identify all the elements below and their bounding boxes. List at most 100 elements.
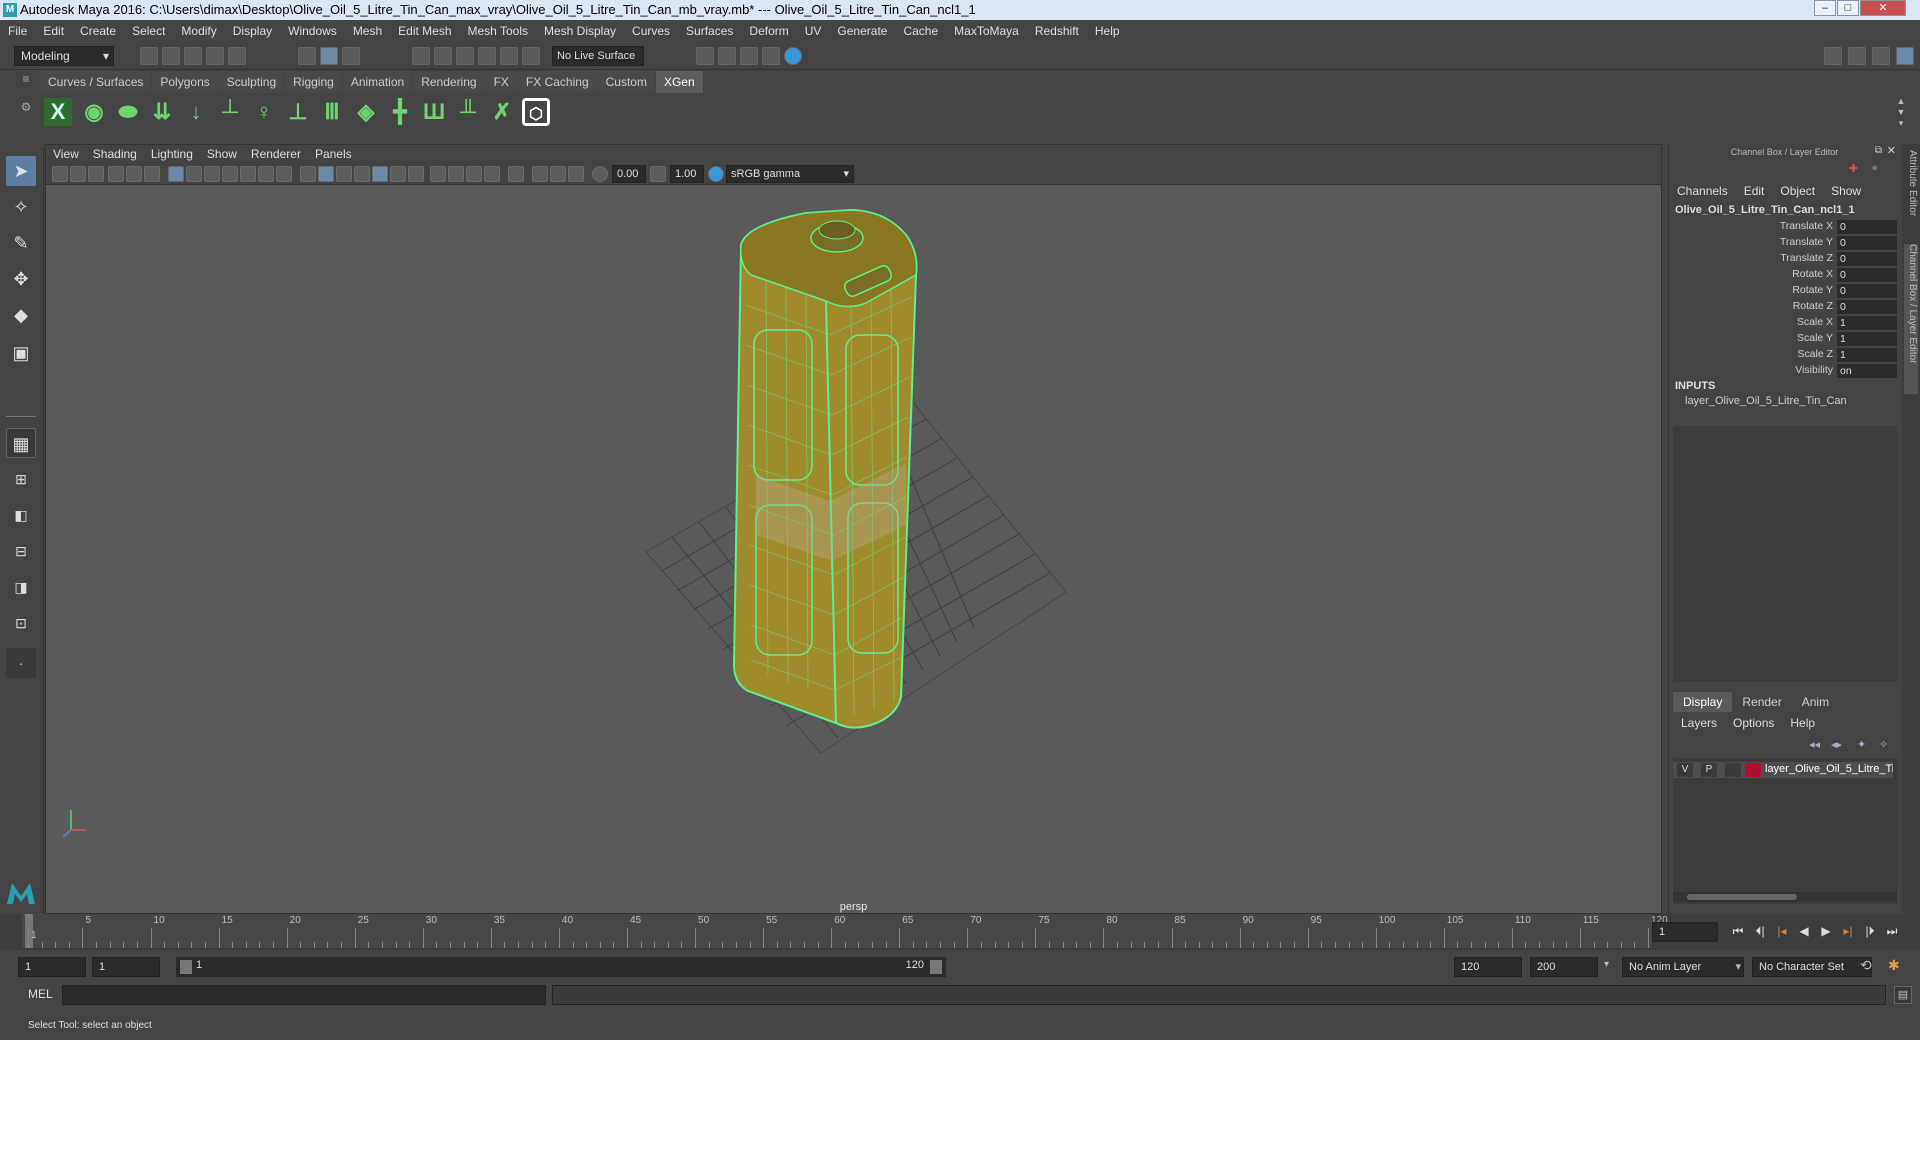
motion-blur-icon[interactable] bbox=[448, 166, 464, 182]
xgen-add-guide-icon[interactable]: ↓ bbox=[182, 98, 210, 126]
attr-row[interactable]: Scale X 1 bbox=[1669, 316, 1901, 332]
move-layer-down-icon[interactable]: ◂▸ bbox=[1831, 738, 1842, 751]
mode-selector[interactable]: Modeling ▾ bbox=[14, 46, 114, 66]
time-slider[interactable]: 1 5 10 15 20 25 30 35 40 45 50 55 60 65 70 75 80 85 90 95 10… bbox=[0, 914, 1920, 950]
safe-action-icon[interactable] bbox=[258, 166, 274, 182]
gate-mask-icon[interactable] bbox=[222, 166, 238, 182]
tab-channel-box[interactable]: Channel Box / Layer Editor bbox=[1904, 244, 1918, 394]
snap-grid-icon[interactable] bbox=[412, 47, 430, 65]
command-input[interactable] bbox=[62, 985, 546, 1005]
range-end-handle[interactable] bbox=[930, 960, 942, 974]
character-set-dropdown[interactable]: No Character Set bbox=[1752, 957, 1872, 977]
select-tool-icon[interactable]: ➤ bbox=[6, 156, 36, 186]
layer-type-toggle[interactable] bbox=[1725, 763, 1741, 777]
step-back-frame-icon[interactable]: |◂ bbox=[1774, 924, 1790, 938]
animation-start-field[interactable]: 1 bbox=[18, 957, 86, 977]
shelf-tab-fx[interactable]: FX bbox=[485, 71, 517, 93]
safe-title-icon[interactable] bbox=[276, 166, 292, 182]
xgen-noise-icon[interactable]: ✗ bbox=[488, 98, 516, 126]
wireframe-icon[interactable] bbox=[300, 166, 316, 182]
attr-value[interactable]: on bbox=[1837, 364, 1897, 378]
vp-menu-panels[interactable]: Panels bbox=[308, 145, 359, 163]
smooth-shade-icon[interactable] bbox=[318, 166, 334, 182]
playback-start-field[interactable]: 1 bbox=[92, 957, 160, 977]
shelf-tab-curves-surfaces[interactable]: Curves / Surfaces bbox=[40, 71, 152, 93]
attr-row[interactable]: Rotate Z 0 bbox=[1669, 300, 1901, 316]
menu-modify[interactable]: Modify bbox=[173, 20, 224, 42]
xgen-layers-icon[interactable]: ◈ bbox=[352, 98, 380, 126]
vp-menu-view[interactable]: View bbox=[46, 145, 86, 163]
xgen-place-guides-icon[interactable]: ⇊ bbox=[148, 98, 176, 126]
xgen-rotate-guide-icon[interactable]: ♀ bbox=[250, 98, 278, 126]
menu-file[interactable]: File bbox=[0, 20, 35, 42]
snap-point-icon[interactable] bbox=[456, 47, 474, 65]
render-view-icon[interactable] bbox=[696, 47, 714, 65]
color-management-icon[interactable] bbox=[708, 166, 724, 182]
attr-row[interactable]: Rotate Y 0 bbox=[1669, 284, 1901, 300]
shelf-tab-rigging[interactable]: Rigging bbox=[285, 71, 342, 93]
bookmark-icon[interactable] bbox=[88, 166, 104, 182]
layer-horizontal-scrollbar[interactable] bbox=[1673, 892, 1897, 902]
exposure-field[interactable]: 0.00 bbox=[612, 165, 646, 183]
new-layer-icon[interactable]: ✦ bbox=[1857, 738, 1866, 751]
menu-windows[interactable]: Windows bbox=[280, 20, 345, 42]
attr-value[interactable]: 0 bbox=[1837, 220, 1897, 234]
cb-menu-show[interactable]: Show bbox=[1823, 184, 1869, 198]
maximize-button[interactable]: □ bbox=[1837, 0, 1859, 16]
tab-anim[interactable]: Anim bbox=[1792, 692, 1839, 712]
shelf-tab-fx-caching[interactable]: FX Caching bbox=[517, 71, 597, 93]
animation-end-field[interactable]: 200 bbox=[1530, 957, 1598, 977]
xgen-create-description-icon[interactable]: ⬬ bbox=[114, 98, 142, 126]
tab-display[interactable]: Display bbox=[1673, 692, 1733, 712]
attr-row[interactable]: Scale Y 1 bbox=[1669, 332, 1901, 348]
attribute-editor-toggle-icon[interactable] bbox=[1848, 47, 1866, 65]
attr-row[interactable]: Visibility on bbox=[1669, 364, 1901, 380]
time-ruler[interactable]: 1 5 10 15 20 25 30 35 40 45 50 55 60 65 70 75 80 85 90 95 10… bbox=[22, 914, 1668, 948]
current-frame-field[interactable]: 1 bbox=[1652, 922, 1718, 942]
script-editor-icon[interactable]: ▤ bbox=[1894, 986, 1912, 1004]
camera-select-icon[interactable] bbox=[52, 166, 68, 182]
select-by-hierarchy-icon[interactable] bbox=[298, 47, 316, 65]
shelf-tab-sculpting[interactable]: Sculpting bbox=[218, 71, 285, 93]
two-d-pan-zoom-icon[interactable] bbox=[126, 166, 142, 182]
inputs-item[interactable]: layer_Olive_Oil_5_Litre_Tin_Can bbox=[1685, 395, 1847, 407]
snap-surface-icon[interactable] bbox=[500, 47, 518, 65]
xray-joints-icon[interactable] bbox=[568, 166, 584, 182]
menu-help[interactable]: Help bbox=[1087, 20, 1128, 42]
attr-row[interactable]: Translate X 0 bbox=[1669, 220, 1901, 236]
menu-edit-mesh[interactable]: Edit Mesh bbox=[390, 20, 459, 42]
close-panel-icon[interactable]: ✕ bbox=[1887, 144, 1896, 157]
select-by-component-icon[interactable] bbox=[342, 47, 360, 65]
shelf-tab-custom[interactable]: Custom bbox=[597, 71, 655, 93]
menu-cache[interactable]: Cache bbox=[895, 20, 946, 42]
attr-row[interactable]: Translate Z 0 bbox=[1669, 252, 1901, 268]
playback-end-field[interactable]: 120 bbox=[1454, 957, 1522, 977]
shadows-icon[interactable] bbox=[408, 166, 424, 182]
shelf-tab-animation[interactable]: Animation bbox=[342, 71, 413, 93]
channel-box-toggle-icon[interactable] bbox=[1896, 47, 1914, 65]
textured-icon[interactable] bbox=[372, 166, 388, 182]
attr-value[interactable]: 1 bbox=[1837, 316, 1897, 330]
color-space-dropdown[interactable]: sRGB gamma ▾ bbox=[726, 165, 854, 183]
menu-mesh-tools[interactable]: Mesh Tools bbox=[460, 20, 536, 42]
single-perspective-layout-icon[interactable]: ▦ bbox=[6, 428, 36, 458]
menu-display[interactable]: Display bbox=[225, 20, 280, 42]
persp-uv-layout-icon[interactable]: ⊡ bbox=[6, 608, 36, 638]
menu-surfaces[interactable]: Surfaces bbox=[678, 20, 741, 42]
persp-hypershade-layout-icon[interactable]: ◨ bbox=[6, 572, 36, 602]
layer-menu-options[interactable]: Options bbox=[1725, 716, 1782, 730]
wireframe-on-shaded-icon[interactable] bbox=[354, 166, 370, 182]
resolution-gate-icon[interactable] bbox=[204, 166, 220, 182]
play-forwards-icon[interactable]: ▶ bbox=[1818, 924, 1834, 938]
layer-color-swatch[interactable] bbox=[1745, 763, 1761, 777]
vp-menu-renderer[interactable]: Renderer bbox=[244, 145, 308, 163]
step-back-key-icon[interactable]: ⏴| bbox=[1752, 924, 1768, 938]
use-default-material-icon[interactable] bbox=[336, 166, 352, 182]
go-to-end-icon[interactable]: ⏭ bbox=[1884, 924, 1900, 938]
vp-menu-lighting[interactable]: Lighting bbox=[144, 145, 200, 163]
auto-key-icon[interactable]: ⟲ bbox=[1860, 957, 1872, 974]
tab-attribute-editor[interactable]: Attribute Editor bbox=[1904, 150, 1918, 230]
cb-menu-object[interactable]: Object bbox=[1772, 184, 1823, 198]
layer-visibility-toggle[interactable]: V bbox=[1677, 763, 1693, 777]
xgen-lock-length-icon[interactable]: ⊥ bbox=[284, 98, 312, 126]
